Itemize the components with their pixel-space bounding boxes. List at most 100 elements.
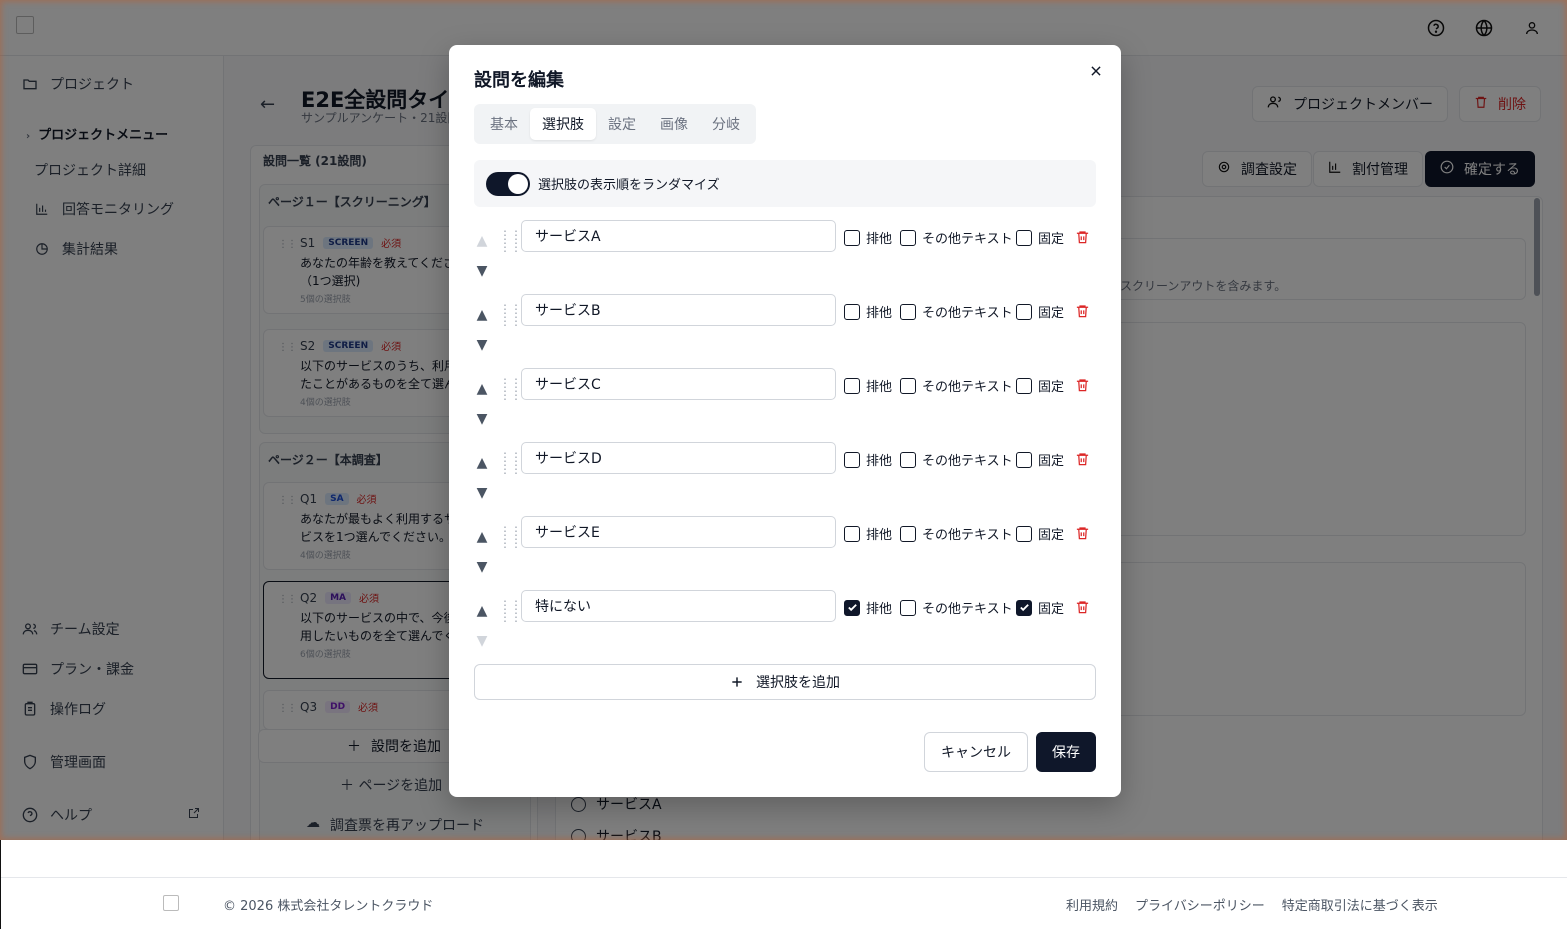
fixed-checkbox[interactable]: 固定 bbox=[1016, 302, 1064, 321]
checkbox-icon bbox=[1016, 303, 1032, 320]
other-text-checkbox[interactable]: その他テキスト bbox=[900, 524, 1013, 543]
move-down-icon[interactable]: ▼ bbox=[474, 485, 490, 501]
plus-icon bbox=[732, 677, 742, 687]
delete-option-button[interactable] bbox=[1073, 598, 1091, 616]
option-text-input[interactable] bbox=[521, 442, 836, 474]
drag-handle-icon[interactable]: ⋮⋮ ⋮⋮ bbox=[499, 451, 522, 475]
checkbox-label: その他テキスト bbox=[922, 602, 1013, 617]
trash-icon bbox=[1076, 305, 1088, 318]
fixed-checkbox[interactable]: 固定 bbox=[1016, 376, 1064, 395]
move-up-icon[interactable]: ▲ bbox=[474, 455, 490, 471]
terms-link[interactable]: 利用規約 bbox=[1066, 895, 1118, 914]
checkbox-icon bbox=[900, 525, 916, 542]
checkbox-label: 固定 bbox=[1038, 454, 1065, 469]
move-up-icon[interactable]: ▲ bbox=[474, 381, 490, 397]
drag-handle-icon[interactable]: ⋮⋮ ⋮⋮ bbox=[499, 229, 522, 253]
other-text-checkbox[interactable]: その他テキスト bbox=[900, 598, 1013, 617]
move-up-icon[interactable]: ▲ bbox=[474, 603, 490, 619]
drag-handle-icon[interactable]: ⋮⋮ ⋮⋮ bbox=[499, 303, 522, 327]
option-text-input[interactable] bbox=[521, 220, 836, 252]
fixed-checkbox[interactable]: 固定 bbox=[1016, 598, 1064, 617]
tab-branching[interactable]: 分岐 bbox=[700, 108, 752, 140]
other-text-checkbox[interactable]: その他テキスト bbox=[900, 450, 1013, 469]
option-row: ▲ ▼ ⋮⋮⋮⋮ 排他 その他テキスト 固定 bbox=[474, 368, 1096, 442]
checkbox-label: 固定 bbox=[1038, 380, 1065, 395]
save-button[interactable]: 保存 bbox=[1036, 732, 1096, 772]
checkbox-label: 固定 bbox=[1038, 602, 1065, 617]
trash-icon bbox=[1076, 379, 1088, 392]
option-text-input[interactable] bbox=[521, 516, 836, 548]
delete-option-button[interactable] bbox=[1073, 302, 1091, 320]
checkbox-icon bbox=[844, 229, 860, 246]
checkbox-icon bbox=[1016, 451, 1032, 468]
checkbox-label: 排他 bbox=[866, 380, 893, 395]
checkbox-label: 固定 bbox=[1038, 232, 1065, 247]
delete-option-button[interactable] bbox=[1073, 450, 1091, 468]
checkbox-label: その他テキスト bbox=[922, 454, 1013, 469]
checkbox-icon bbox=[844, 451, 860, 468]
checkbox-icon bbox=[844, 599, 860, 616]
exclusive-checkbox[interactable]: 排他 bbox=[844, 302, 892, 321]
checkbox-label: その他テキスト bbox=[922, 232, 1013, 247]
checkbox-icon bbox=[1016, 599, 1032, 616]
exclusive-checkbox[interactable]: 排他 bbox=[844, 450, 892, 469]
checkbox-label: 排他 bbox=[866, 232, 893, 247]
toggle-knob bbox=[508, 173, 528, 194]
checkbox-label: 固定 bbox=[1038, 306, 1065, 321]
drag-handle-icon[interactable]: ⋮⋮ ⋮⋮ bbox=[499, 599, 522, 623]
exclusive-checkbox[interactable]: 排他 bbox=[844, 376, 892, 395]
other-text-checkbox[interactable]: その他テキスト bbox=[900, 376, 1013, 395]
other-text-checkbox[interactable]: その他テキスト bbox=[900, 302, 1013, 321]
delete-option-button[interactable] bbox=[1073, 524, 1091, 542]
tab-basic[interactable]: 基本 bbox=[478, 108, 530, 140]
option-row: ▲ ▼ ⋮⋮⋮⋮ 排他 その他テキスト 固定 bbox=[474, 220, 1096, 294]
edit-question-modal: 設問を編集 基本 選択肢 設定 画像 分岐 選択肢の表示順をランダマイズ ▲ ▼ ⋮… bbox=[449, 45, 1121, 797]
fixed-checkbox[interactable]: 固定 bbox=[1016, 524, 1064, 543]
option-text-input[interactable] bbox=[521, 294, 836, 326]
checkbox-icon bbox=[1016, 525, 1032, 542]
delete-option-button[interactable] bbox=[1073, 376, 1091, 394]
checkbox-icon bbox=[900, 599, 916, 616]
fixed-checkbox[interactable]: 固定 bbox=[1016, 450, 1064, 469]
move-down-icon[interactable]: ▼ bbox=[474, 337, 490, 353]
option-row: ▲ ▼ ⋮⋮⋮⋮ 排他 その他テキスト 固定 bbox=[474, 516, 1096, 590]
checkbox-label: 排他 bbox=[866, 602, 893, 617]
tab-options[interactable]: 選択肢 bbox=[530, 108, 596, 140]
move-down-icon[interactable]: ▼ bbox=[474, 411, 490, 427]
drag-handle-icon[interactable]: ⋮⋮ ⋮⋮ bbox=[499, 525, 522, 549]
commerce-law-link[interactable]: 特定商取引法に基づく表示 bbox=[1282, 895, 1438, 914]
option-row: ▲ ▼ ⋮⋮⋮⋮ 排他 その他テキスト 固定 bbox=[474, 294, 1096, 368]
tab-image[interactable]: 画像 bbox=[648, 108, 700, 140]
move-down-icon[interactable]: ▼ bbox=[474, 263, 490, 279]
move-up-icon[interactable]: ▲ bbox=[474, 529, 490, 545]
move-up-icon[interactable]: ▲ bbox=[474, 307, 490, 323]
option-text-input[interactable] bbox=[521, 590, 836, 622]
drag-handle-icon[interactable]: ⋮⋮ ⋮⋮ bbox=[499, 377, 522, 401]
option-row: ▲ ▼ ⋮⋮⋮⋮ 排他 その他テキスト 固定 bbox=[474, 590, 1096, 664]
randomize-toggle[interactable] bbox=[486, 171, 530, 196]
cancel-button[interactable]: キャンセル bbox=[924, 732, 1028, 772]
add-option-button[interactable]: 選択肢を追加 bbox=[474, 664, 1096, 700]
fixed-checkbox[interactable]: 固定 bbox=[1016, 228, 1064, 247]
modal-title: 設問を編集 bbox=[474, 70, 564, 91]
other-text-checkbox[interactable]: その他テキスト bbox=[900, 228, 1013, 247]
modal-tabs: 基本 選択肢 設定 画像 分岐 bbox=[474, 104, 756, 144]
privacy-link[interactable]: プライバシーポリシー bbox=[1135, 895, 1265, 914]
footer-links: 利用規約 プライバシーポリシー 特定商取引法に基づく表示 bbox=[1066, 895, 1438, 914]
checkbox-icon bbox=[844, 377, 860, 394]
checkbox-label: 排他 bbox=[866, 306, 893, 321]
exclusive-checkbox[interactable]: 排他 bbox=[844, 228, 892, 247]
checkbox-icon bbox=[1016, 229, 1032, 246]
tab-settings[interactable]: 設定 bbox=[596, 108, 648, 140]
close-button[interactable] bbox=[1085, 60, 1107, 82]
exclusive-checkbox[interactable]: 排他 bbox=[844, 598, 892, 617]
checkbox-icon bbox=[900, 451, 916, 468]
checkbox-label: 固定 bbox=[1038, 528, 1065, 543]
footer-divider bbox=[1, 877, 1567, 878]
delete-option-button[interactable] bbox=[1073, 228, 1091, 246]
checkbox-icon bbox=[900, 229, 916, 246]
move-down-icon[interactable]: ▼ bbox=[474, 559, 490, 575]
exclusive-checkbox[interactable]: 排他 bbox=[844, 524, 892, 543]
randomize-label: 選択肢の表示順をランダマイズ bbox=[538, 178, 720, 193]
option-text-input[interactable] bbox=[521, 368, 836, 400]
